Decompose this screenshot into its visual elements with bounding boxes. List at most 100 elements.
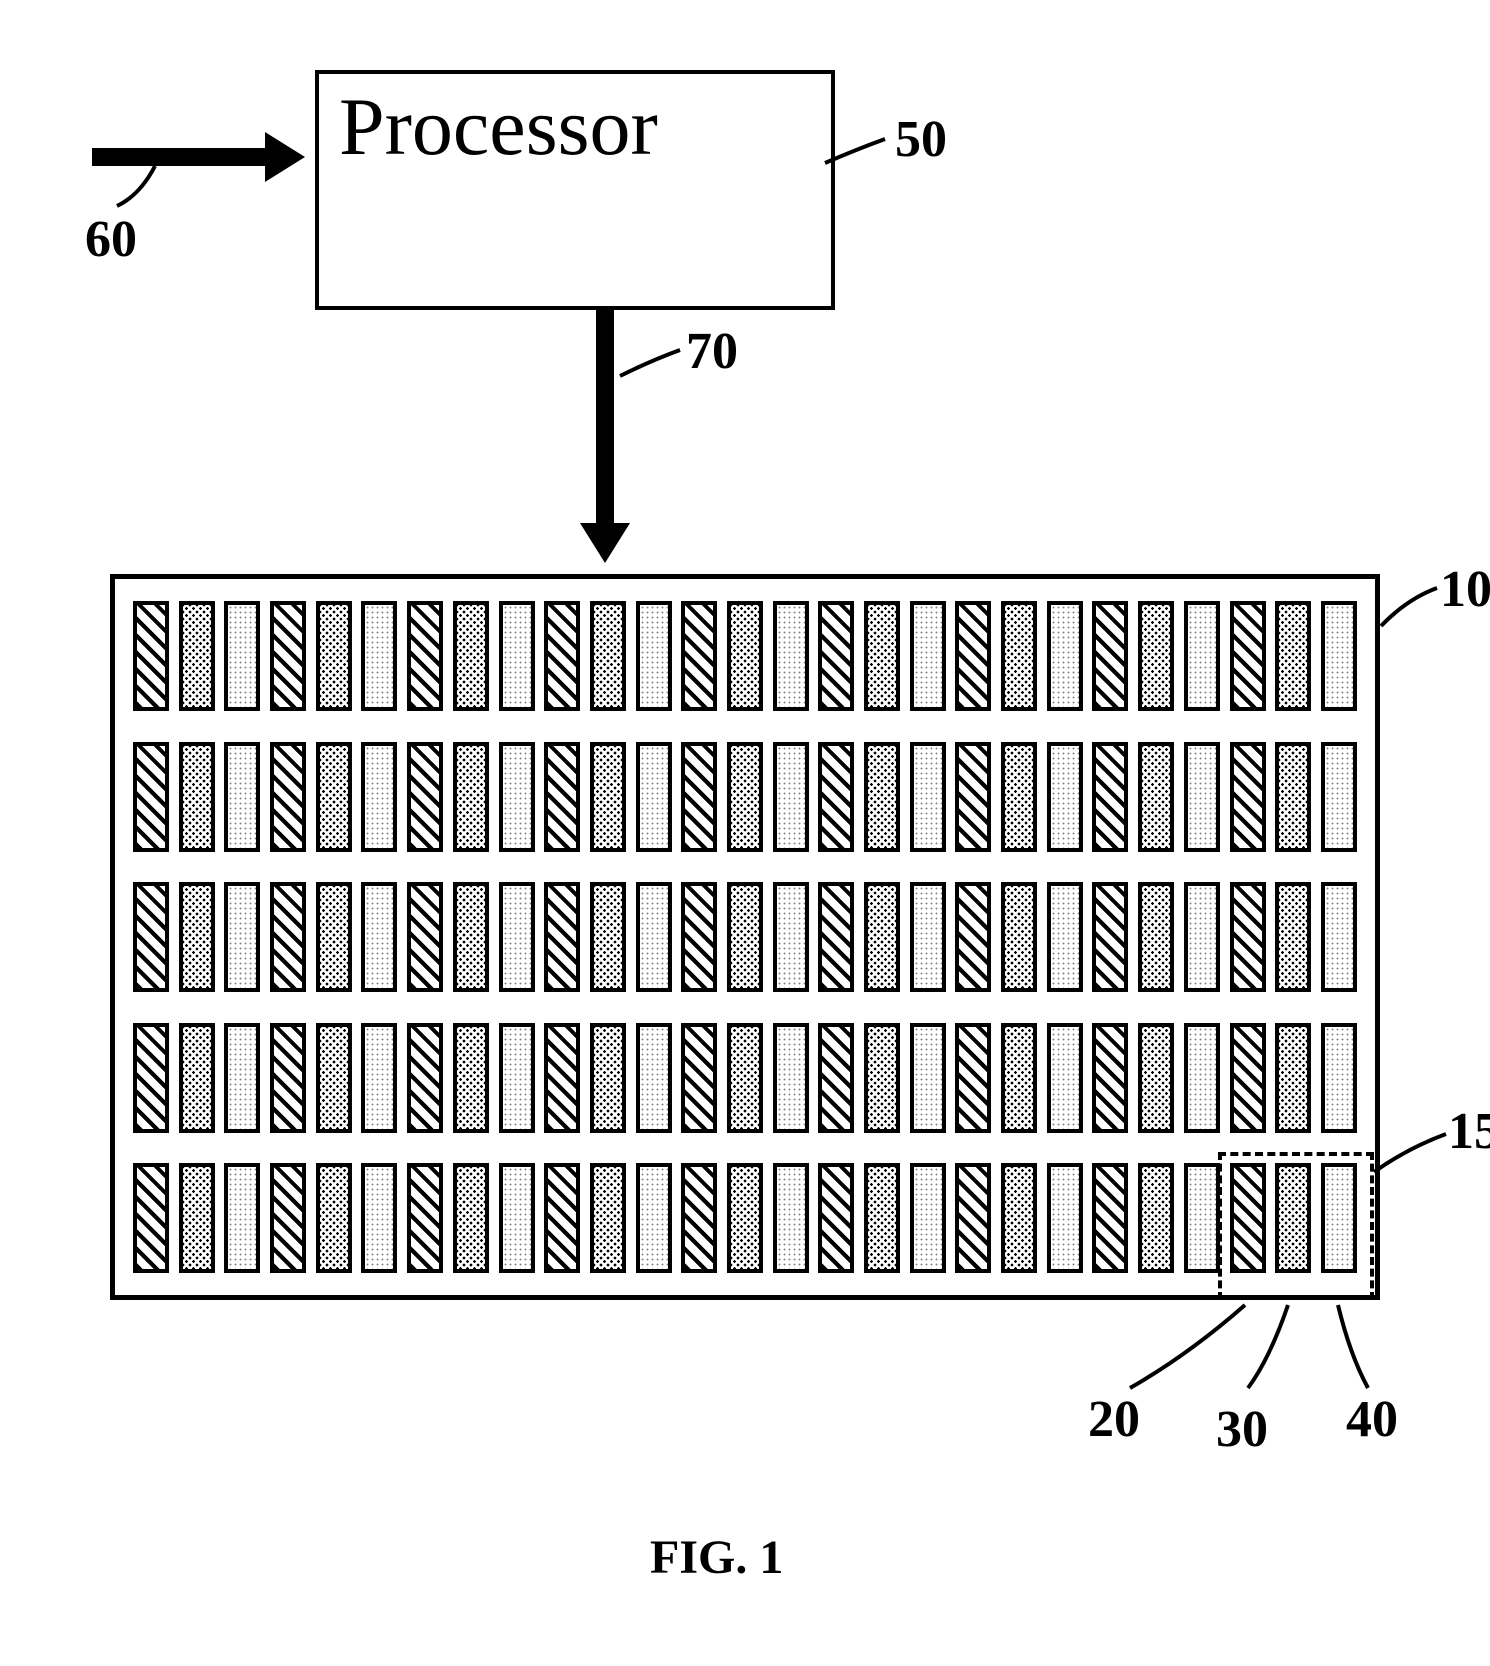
subpixel bbox=[1138, 1163, 1174, 1273]
subpixel bbox=[636, 1023, 672, 1133]
subpixel bbox=[1001, 742, 1037, 852]
subpixel bbox=[590, 1163, 626, 1273]
subpixel bbox=[818, 742, 854, 852]
subpixel bbox=[636, 1163, 672, 1273]
subpixel bbox=[361, 1163, 397, 1273]
subpixel bbox=[1001, 601, 1037, 711]
subpixel bbox=[773, 601, 809, 711]
pixel-row bbox=[133, 601, 1357, 711]
ref-70: 70 bbox=[686, 322, 738, 381]
subpixel bbox=[1092, 1163, 1128, 1273]
subpixel bbox=[1230, 1023, 1266, 1133]
subpixel bbox=[179, 742, 215, 852]
subpixel bbox=[681, 882, 717, 992]
subpixel bbox=[316, 1023, 352, 1133]
subpixel bbox=[590, 601, 626, 711]
ref-10: 10 bbox=[1440, 560, 1490, 619]
subpixel bbox=[361, 882, 397, 992]
subpixel bbox=[316, 1163, 352, 1273]
processor-block: Processor bbox=[315, 70, 835, 310]
subpixel bbox=[544, 1163, 580, 1273]
subpixel bbox=[773, 1163, 809, 1273]
subpixel bbox=[544, 742, 580, 852]
subpixel bbox=[133, 601, 169, 711]
subpixel bbox=[590, 1023, 626, 1133]
subpixel bbox=[955, 1023, 991, 1133]
subpixel bbox=[407, 1163, 443, 1273]
subpixel bbox=[544, 1023, 580, 1133]
subpixel bbox=[1047, 742, 1083, 852]
subpixel bbox=[224, 882, 260, 992]
pixel-row bbox=[133, 882, 1357, 992]
subpixel bbox=[224, 601, 260, 711]
subpixel bbox=[1138, 882, 1174, 992]
output-arrow bbox=[596, 310, 614, 535]
ref-20: 20 bbox=[1088, 1390, 1140, 1449]
subpixel bbox=[636, 601, 672, 711]
subpixel bbox=[864, 1023, 900, 1133]
subpixel bbox=[1230, 882, 1266, 992]
subpixel bbox=[910, 1163, 946, 1273]
pixel-row bbox=[133, 1163, 1357, 1273]
subpixel bbox=[1047, 1023, 1083, 1133]
figure-label: FIG. 1 bbox=[650, 1530, 783, 1585]
subpixel bbox=[590, 742, 626, 852]
subpixel bbox=[864, 742, 900, 852]
subpixel bbox=[955, 601, 991, 711]
subpixel bbox=[133, 1023, 169, 1133]
subpixel bbox=[864, 882, 900, 992]
subpixel bbox=[818, 601, 854, 711]
subpixel bbox=[361, 1023, 397, 1133]
subpixel bbox=[818, 1023, 854, 1133]
subpixel bbox=[1092, 601, 1128, 711]
subpixel bbox=[955, 1163, 991, 1273]
subpixel bbox=[773, 1023, 809, 1133]
subpixel bbox=[1275, 1023, 1311, 1133]
subpixel bbox=[361, 601, 397, 711]
subpixel bbox=[910, 742, 946, 852]
subpixel bbox=[1230, 742, 1266, 852]
subpixel bbox=[1138, 1023, 1174, 1133]
subpixel bbox=[727, 1163, 763, 1273]
subpixel bbox=[179, 1163, 215, 1273]
subpixel bbox=[544, 882, 580, 992]
subpixel bbox=[1138, 742, 1174, 852]
subpixel bbox=[864, 601, 900, 711]
subpixel bbox=[133, 742, 169, 852]
subpixel bbox=[1321, 601, 1357, 711]
subpixel bbox=[1184, 1163, 1220, 1273]
subpixel bbox=[179, 882, 215, 992]
subpixel bbox=[1001, 882, 1037, 992]
processor-label: Processor bbox=[339, 81, 658, 172]
subpixel bbox=[590, 882, 626, 992]
subpixel bbox=[499, 882, 535, 992]
subpixel bbox=[955, 882, 991, 992]
subpixel bbox=[910, 882, 946, 992]
subpixel bbox=[681, 742, 717, 852]
subpixel bbox=[179, 601, 215, 711]
subpixel bbox=[1275, 742, 1311, 852]
subpixel bbox=[636, 742, 672, 852]
subpixel bbox=[910, 601, 946, 711]
subpixel bbox=[270, 1023, 306, 1133]
subpixel bbox=[453, 601, 489, 711]
ref-40: 40 bbox=[1346, 1390, 1398, 1449]
subpixel bbox=[727, 1023, 763, 1133]
ref-15: 15 bbox=[1448, 1102, 1490, 1161]
subpixel bbox=[1230, 601, 1266, 711]
subpixel bbox=[1321, 1023, 1357, 1133]
subpixel bbox=[270, 882, 306, 992]
subpixel bbox=[1001, 1023, 1037, 1133]
subpixel bbox=[133, 882, 169, 992]
subpixel bbox=[270, 601, 306, 711]
subpixel bbox=[179, 1023, 215, 1133]
subpixel bbox=[1047, 601, 1083, 711]
subpixel bbox=[453, 742, 489, 852]
pixel-callout bbox=[1218, 1152, 1374, 1300]
pixel-row bbox=[133, 742, 1357, 852]
subpixel bbox=[681, 1163, 717, 1273]
subpixel bbox=[316, 742, 352, 852]
subpixel bbox=[407, 1023, 443, 1133]
subpixel bbox=[1184, 1023, 1220, 1133]
subpixel bbox=[955, 742, 991, 852]
